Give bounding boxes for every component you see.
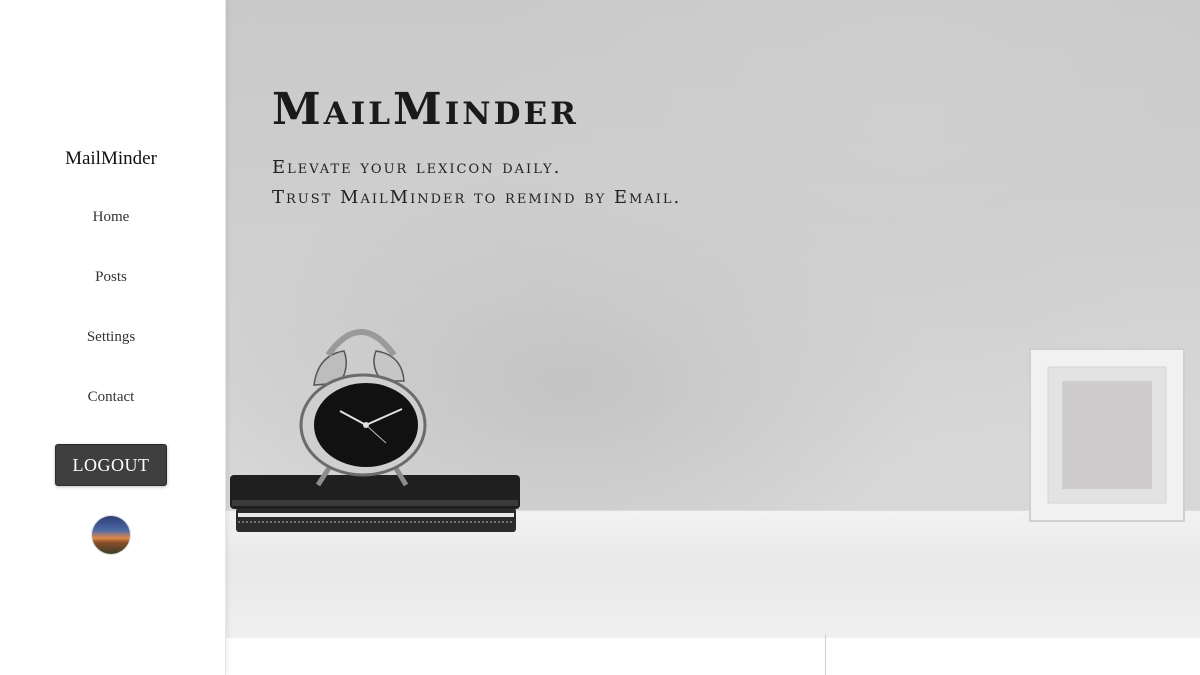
sidebar: MailMinder Home Posts Settings Contact L… xyxy=(0,0,226,675)
hero-tagline-2: Trust MailMinder to remind by Email. xyxy=(272,187,682,208)
hero-title: MailMinder xyxy=(272,84,579,135)
sidebar-item-home[interactable]: Home xyxy=(0,209,222,226)
sidebar-item-contact[interactable]: Contact xyxy=(0,389,222,406)
hero-banner: MailMinder Elevate your lexicon daily. T… xyxy=(226,0,1200,638)
hero-tagline-1: Elevate your lexicon daily. xyxy=(272,157,562,178)
avatar[interactable] xyxy=(92,516,130,554)
sidebar-item-settings[interactable]: Settings xyxy=(0,329,222,346)
picture-frame-illustration xyxy=(1029,348,1185,522)
content-strip xyxy=(226,634,1200,675)
sidebar-brand[interactable]: MailMinder xyxy=(0,148,222,170)
sidebar-item-posts[interactable]: Posts xyxy=(0,269,222,286)
alarm-clock-illustration xyxy=(230,329,520,532)
column-divider xyxy=(825,634,826,675)
logout-button[interactable]: LOGOUT xyxy=(55,444,167,486)
